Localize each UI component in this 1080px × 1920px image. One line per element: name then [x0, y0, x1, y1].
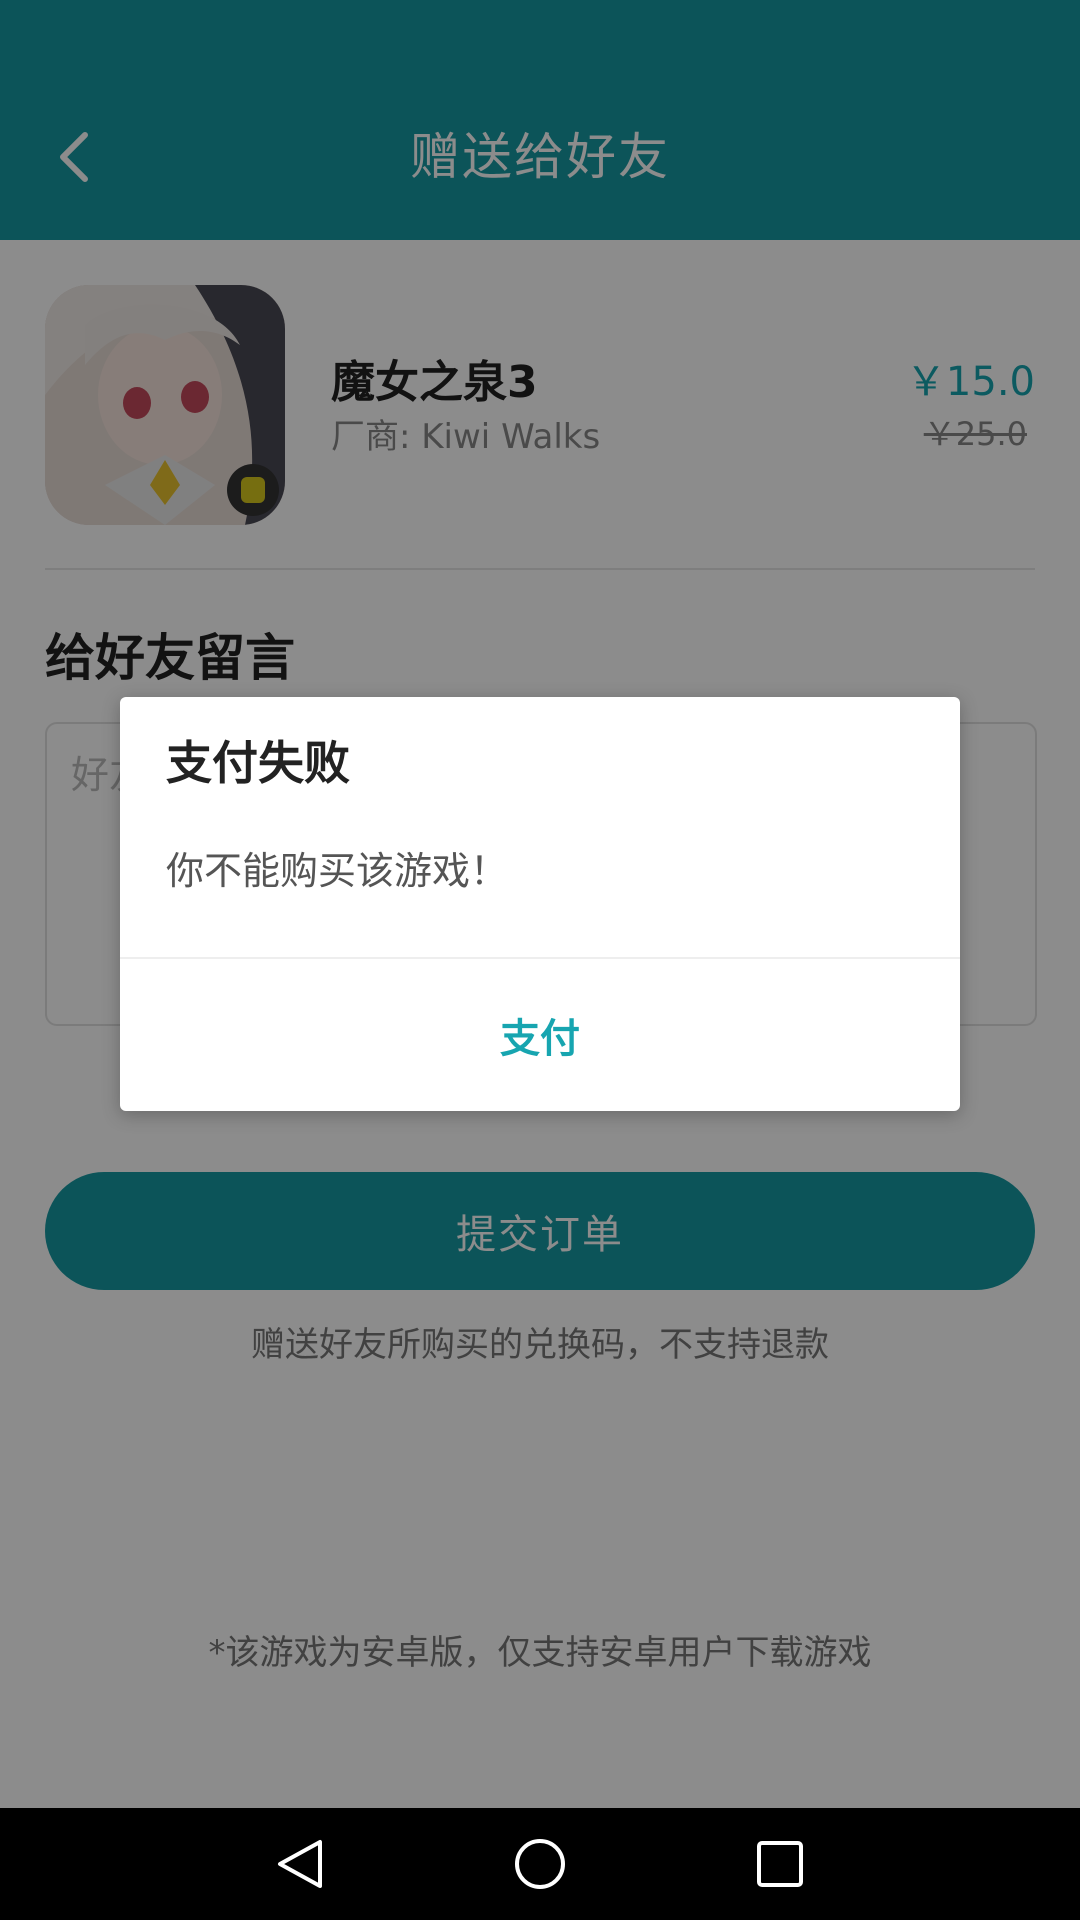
- dialog-pay-button[interactable]: 支付: [120, 959, 960, 1111]
- dialog-message: 你不能购买该游戏！: [166, 849, 509, 893]
- nav-back-icon[interactable]: [264, 1828, 336, 1900]
- nav-recent-icon[interactable]: [744, 1828, 816, 1900]
- nav-home-icon[interactable]: [504, 1828, 576, 1900]
- payment-failed-dialog: 支付失败 你不能购买该游戏！ 支付: [120, 697, 960, 1111]
- dialog-title: 支付失败: [166, 736, 350, 790]
- system-nav-bar: [0, 1808, 1080, 1920]
